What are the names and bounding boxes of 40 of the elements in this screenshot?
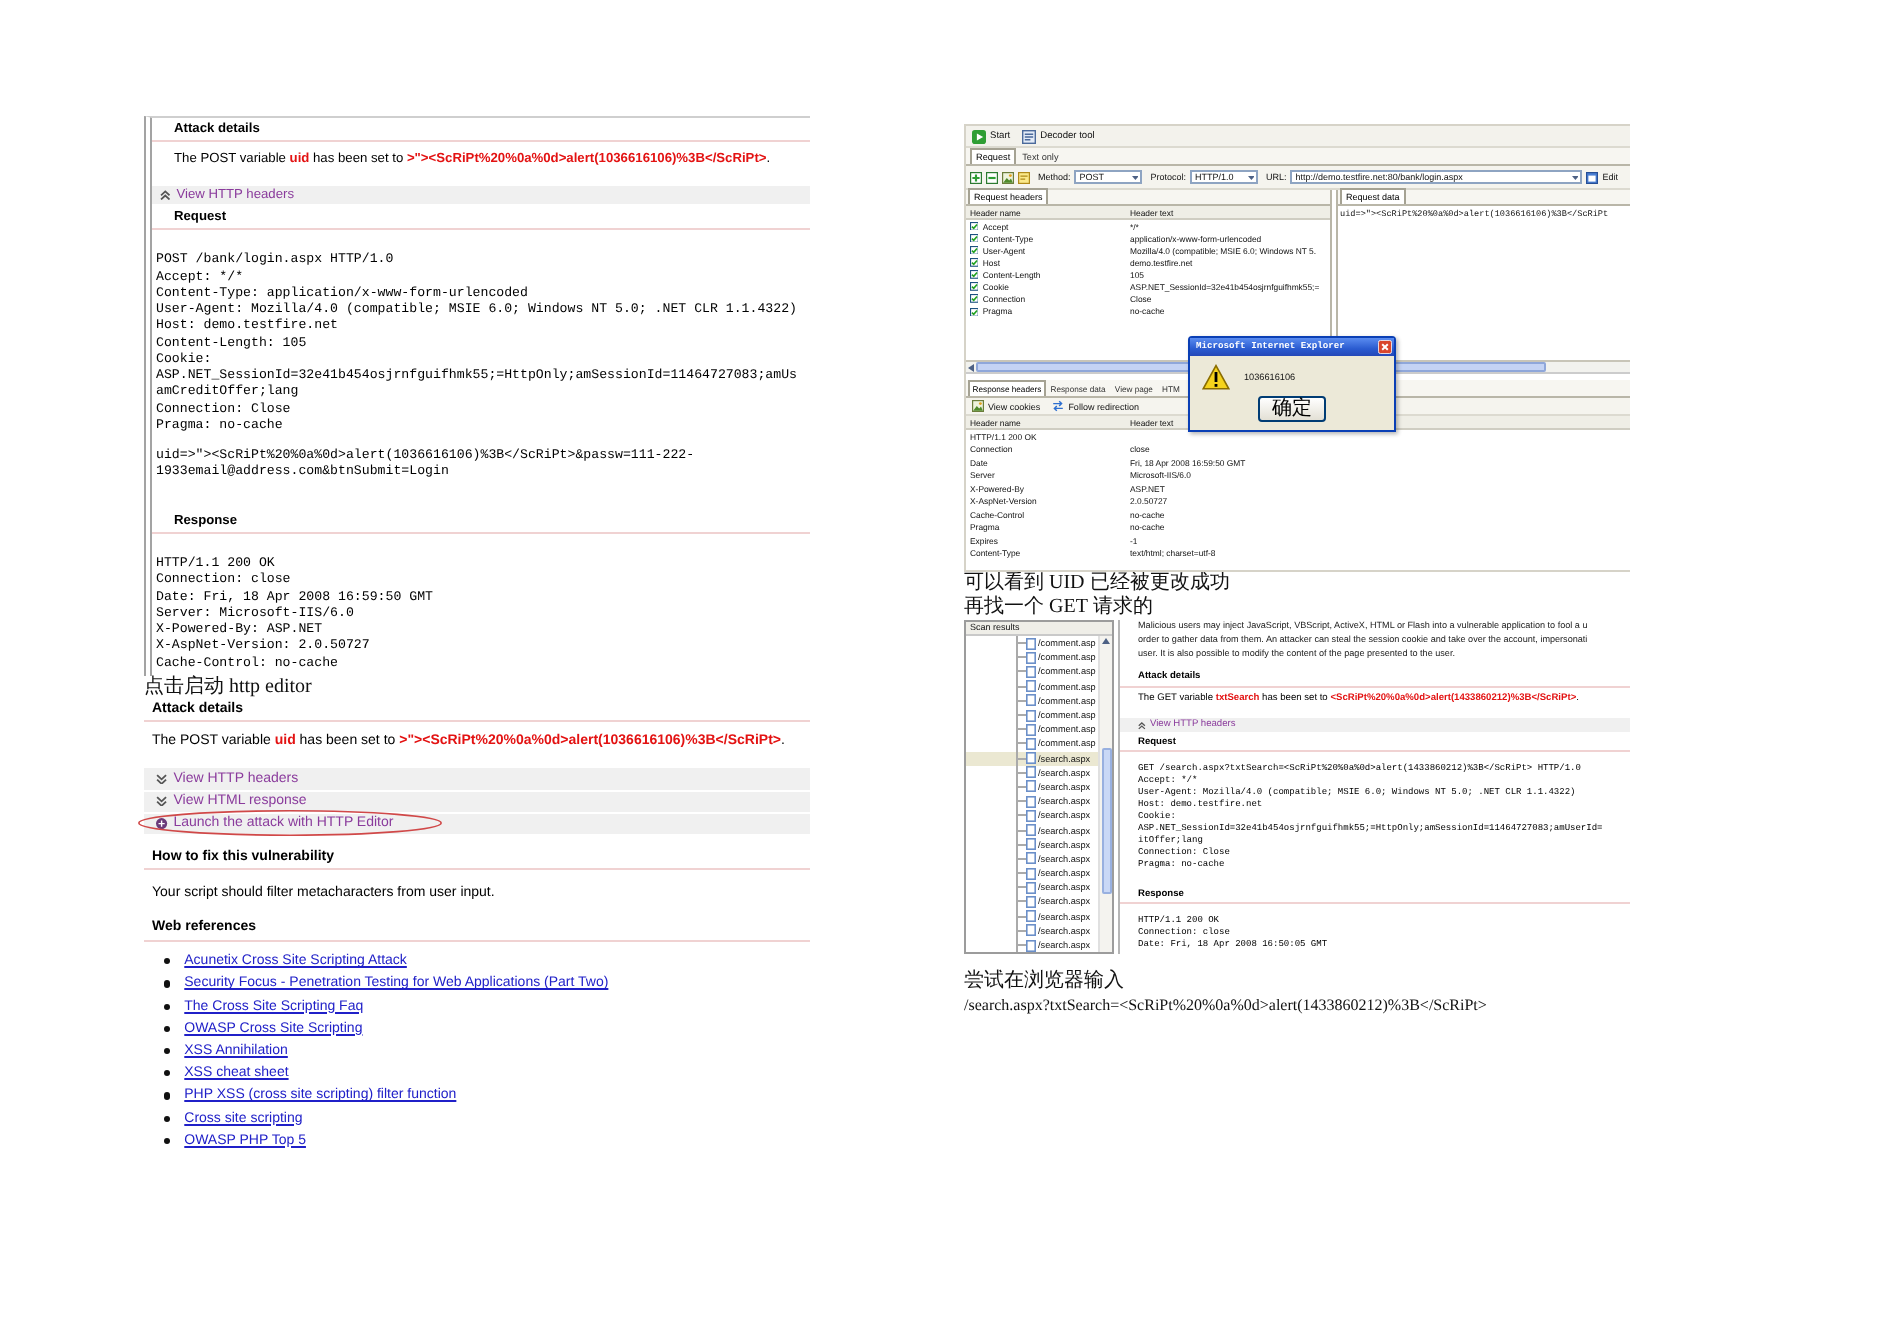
checkbox[interactable]: [970, 221, 979, 231]
checkbox[interactable]: [970, 282, 979, 292]
bullet-icon: [164, 980, 171, 988]
checkbox[interactable]: [970, 258, 979, 268]
image-icon: [972, 400, 984, 412]
warning-icon: [1202, 364, 1230, 390]
checkbox[interactable]: [970, 233, 979, 243]
caret-icon: [1131, 175, 1139, 179]
vertical-scrollbar[interactable]: [1098, 636, 1112, 953]
checkbox[interactable]: [970, 270, 979, 280]
bullet-icon: [164, 1137, 171, 1145]
bullet-icon: [164, 1048, 171, 1055]
bullet-icon: [164, 1003, 171, 1010]
play-icon: [972, 129, 986, 143]
window-icon: [1586, 171, 1599, 183]
caption-text: 尝试在浏览器输入: [964, 970, 1126, 995]
note-icon[interactable]: [1018, 171, 1030, 183]
caret-icon: [1247, 175, 1255, 179]
checkbox[interactable]: [970, 246, 979, 255]
close-icon[interactable]: [1378, 340, 1392, 354]
bullet-icon: [164, 1025, 171, 1032]
plus-circle-icon: [156, 818, 168, 830]
minus-icon[interactable]: [986, 171, 998, 183]
plus-icon[interactable]: [970, 171, 982, 183]
arrows-icon: [1052, 400, 1065, 412]
scrollbar-thumb[interactable]: [1101, 748, 1111, 894]
bullet-icon: [164, 1115, 171, 1122]
bullet-icon: [164, 958, 171, 965]
url-text: /search.aspx?txtSearch=<ScRiPt%20%0a%0d>alert(1433860212)%3B</ScRiPt>: [964, 994, 1489, 1019]
caption-text: 点击启动 http editor: [144, 675, 314, 700]
image-icon[interactable]: [1002, 171, 1014, 183]
ok-button[interactable]: 确定: [1258, 396, 1326, 422]
bullet-icon: [164, 1092, 171, 1100]
checkbox[interactable]: [970, 294, 979, 304]
caption-text: 可以看到 UID 已经被更改成功: [964, 572, 1232, 595]
bullet-icon: [164, 1070, 171, 1077]
document-icon: [1022, 129, 1037, 143]
checkbox[interactable]: [970, 307, 979, 316]
caret-icon: [1571, 175, 1579, 179]
caption-text: 再找一个 GET 请求的: [964, 596, 1155, 620]
